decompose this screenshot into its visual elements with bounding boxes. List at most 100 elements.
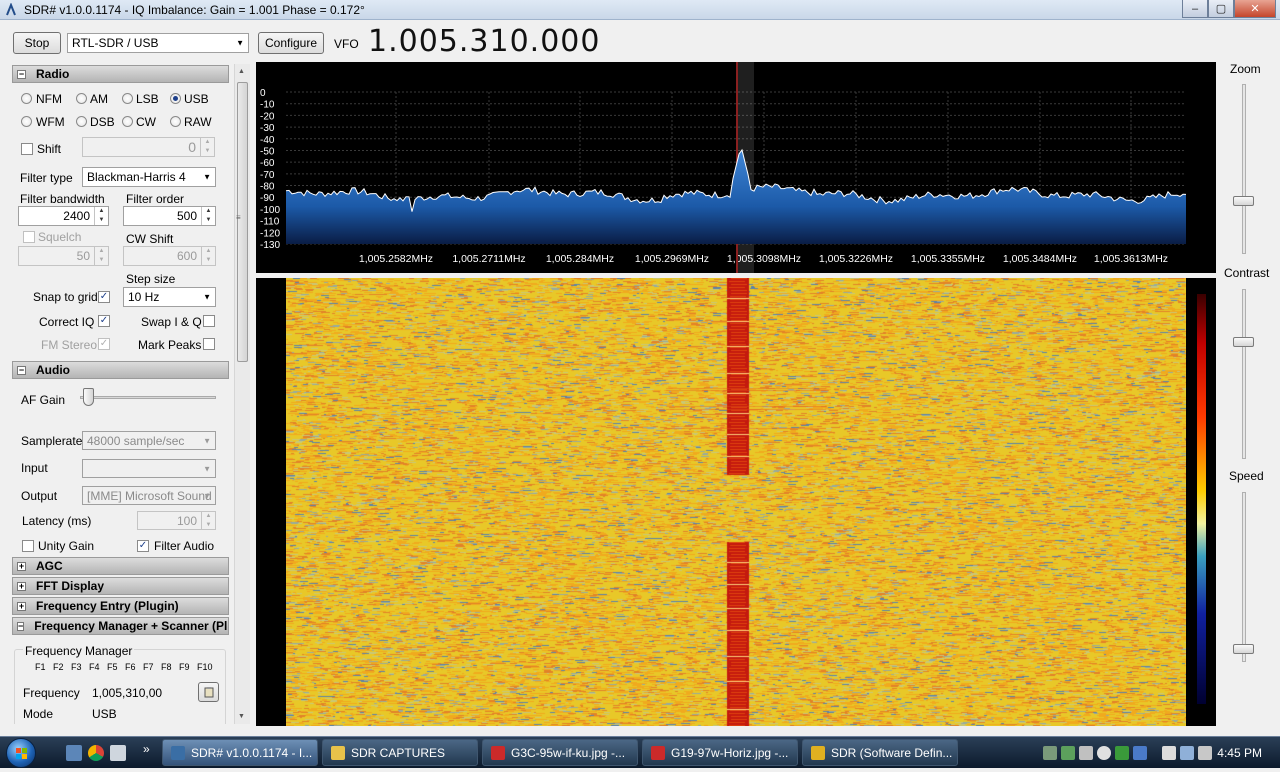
tray-icon-4[interactable] (1097, 746, 1111, 760)
expand-icon[interactable]: + (17, 561, 26, 571)
mark-peaks-checkbox[interactable] (203, 338, 215, 350)
function-key-f1[interactable]: F1 (35, 662, 53, 672)
zoom-slider-thumb[interactable] (1233, 196, 1254, 206)
contrast-slider-thumb[interactable] (1233, 337, 1254, 347)
spectrum-plot[interactable]: 0-10-20-30-40-50-60-70-80-90-100-110-120… (256, 62, 1216, 273)
tray-icon-1[interactable] (1043, 746, 1057, 760)
scroll-up-icon[interactable]: ▲ (238, 68, 245, 75)
function-key-f7[interactable]: F7 (143, 662, 161, 672)
swap-iq-checkbox[interactable] (203, 315, 215, 327)
shift-value-field[interactable]: 0 ▲ ▼ (82, 137, 215, 157)
output-select[interactable]: [MME] Microsoft Sound ▼ (82, 486, 216, 505)
mode-radio-usb[interactable] (170, 93, 181, 104)
expand-icon[interactable]: + (17, 581, 26, 591)
maximize-button[interactable]: ▢ (1208, 0, 1234, 18)
unity-gain-checkbox[interactable] (22, 540, 34, 552)
waterfall-canvas[interactable] (286, 278, 1186, 726)
mode-radio-lsb[interactable] (122, 93, 133, 104)
waterfall-image[interactable] (286, 278, 1186, 726)
fft-display-section-header[interactable]: + FFT Display (12, 577, 229, 595)
audio-section-header[interactable]: − Audio (12, 361, 229, 379)
expand-icon[interactable]: + (17, 601, 26, 611)
speed-slider[interactable] (1232, 492, 1256, 662)
paste-button[interactable] (198, 682, 219, 702)
tray-icon-6[interactable] (1133, 746, 1147, 760)
agc-section-header[interactable]: + AGC (12, 557, 229, 575)
waterfall-display[interactable] (256, 278, 1216, 726)
spinner-arrows-icon[interactable]: ▲ ▼ (200, 138, 214, 156)
quick-launch-overflow-icon[interactable]: » (143, 742, 150, 756)
mode-radio-raw[interactable] (170, 116, 181, 127)
mode-radio-am[interactable] (76, 93, 87, 104)
snap-to-grid-checkbox[interactable]: ✓ (98, 291, 110, 303)
function-key-f4[interactable]: F4 (89, 662, 107, 672)
squelch-field[interactable]: 50 ▲ ▼ (18, 246, 109, 266)
chrome-icon[interactable] (88, 745, 104, 761)
spinner-arrows-icon[interactable]: ▲ ▼ (201, 512, 215, 530)
spinner-arrows-icon[interactable]: ▲ ▼ (201, 247, 215, 265)
network-icon[interactable] (1162, 746, 1176, 760)
device-select[interactable]: RTL-SDR / USB ▼ (67, 33, 249, 53)
control-panel-scrollbar[interactable]: ▲ ▼ (234, 64, 250, 724)
af-gain-slider[interactable] (80, 388, 216, 408)
taskbar-button[interactable]: SDR CAPTURES (322, 739, 478, 766)
contrast-slider[interactable] (1232, 289, 1256, 459)
latency-field[interactable]: 100 ▲ ▼ (137, 511, 216, 530)
tray-icon-2[interactable] (1061, 746, 1075, 760)
collapse-icon[interactable]: − (17, 621, 25, 631)
samplerate-select[interactable]: 48000 sample/sec ▼ (82, 431, 216, 450)
radio-section-header[interactable]: − Radio (12, 65, 229, 83)
step-size-select[interactable]: 10 Hz ▼ (123, 287, 216, 307)
tray-icon-3[interactable] (1079, 746, 1093, 760)
speed-slider-thumb[interactable] (1233, 644, 1254, 654)
function-key-f6[interactable]: F6 (125, 662, 143, 672)
stop-button[interactable]: Stop (13, 32, 61, 54)
volume-icon[interactable] (1198, 746, 1212, 760)
tray-icon-5[interactable] (1115, 746, 1129, 760)
spinner-arrows-icon[interactable]: ▲ ▼ (94, 247, 108, 265)
calculator-icon[interactable] (110, 745, 126, 761)
taskbar-button[interactable]: SDR (Software Defin... (802, 739, 958, 766)
collapse-icon[interactable]: − (17, 69, 26, 79)
function-key-f5[interactable]: F5 (107, 662, 125, 672)
system-clock[interactable]: 4:45 PM (1217, 746, 1262, 760)
filter-bandwidth-field[interactable]: 2400 ▲ ▼ (18, 206, 109, 226)
taskbar-button[interactable]: G3C-95w-if-ku.jpg -... (482, 739, 638, 766)
start-button[interactable] (6, 738, 36, 768)
function-key-f10[interactable]: F10 (197, 662, 215, 672)
configure-button[interactable]: Configure (258, 32, 324, 54)
taskbar-button[interactable]: SDR# v1.0.0.1174 - I... (162, 739, 318, 766)
function-key-f9[interactable]: F9 (179, 662, 197, 672)
panel-splitter-grip[interactable]: ≡ (236, 214, 244, 224)
frequency-entry-section-header[interactable]: + Frequency Entry (Plugin) (12, 597, 229, 615)
close-button[interactable]: ✕ (1234, 0, 1276, 18)
fm-stereo-checkbox[interactable]: ✓ (98, 338, 110, 350)
function-key-f2[interactable]: F2 (53, 662, 71, 672)
show-desktop-icon[interactable] (66, 745, 82, 761)
mode-radio-nfm[interactable] (21, 93, 32, 104)
input-select[interactable]: ▼ (82, 459, 216, 478)
vfo-frequency-display[interactable]: 1.005.310.000 (368, 24, 600, 59)
minimize-button[interactable]: ‒ (1182, 0, 1208, 18)
spinner-arrows-icon[interactable]: ▲ ▼ (201, 207, 215, 225)
function-key-f3[interactable]: F3 (71, 662, 89, 672)
scroll-down-icon[interactable]: ▼ (238, 713, 245, 720)
correct-iq-checkbox[interactable]: ✓ (98, 315, 110, 327)
mode-radio-cw[interactable] (122, 116, 133, 127)
function-key-f8[interactable]: F8 (161, 662, 179, 672)
filter-order-field[interactable]: 500 ▲ ▼ (123, 206, 216, 226)
shift-checkbox[interactable] (21, 143, 33, 155)
frequency-manager-section-header[interactable]: − Frequency Manager + Scanner (Plug (12, 617, 229, 635)
spinner-arrows-icon[interactable]: ▲ ▼ (94, 207, 108, 225)
mode-radio-dsb[interactable] (76, 116, 87, 127)
filter-audio-checkbox[interactable]: ✓ (137, 540, 149, 552)
collapse-icon[interactable]: − (17, 365, 26, 375)
action-center-icon[interactable] (1180, 746, 1194, 760)
taskbar-button[interactable]: G19-97w-Horiz.jpg -... (642, 739, 798, 766)
filter-type-select[interactable]: Blackman-Harris 4 ▼ (82, 167, 216, 187)
af-gain-slider-thumb[interactable] (83, 388, 94, 406)
squelch-checkbox[interactable] (23, 231, 35, 243)
mode-radio-wfm[interactable] (21, 116, 32, 127)
cw-shift-field[interactable]: 600 ▲ ▼ (123, 246, 216, 266)
spectrum-analyzer[interactable]: 0 -10 -20 -30 -40 -50 -60 -70 -80 -90 -100 -110 -120… (256, 62, 1216, 273)
